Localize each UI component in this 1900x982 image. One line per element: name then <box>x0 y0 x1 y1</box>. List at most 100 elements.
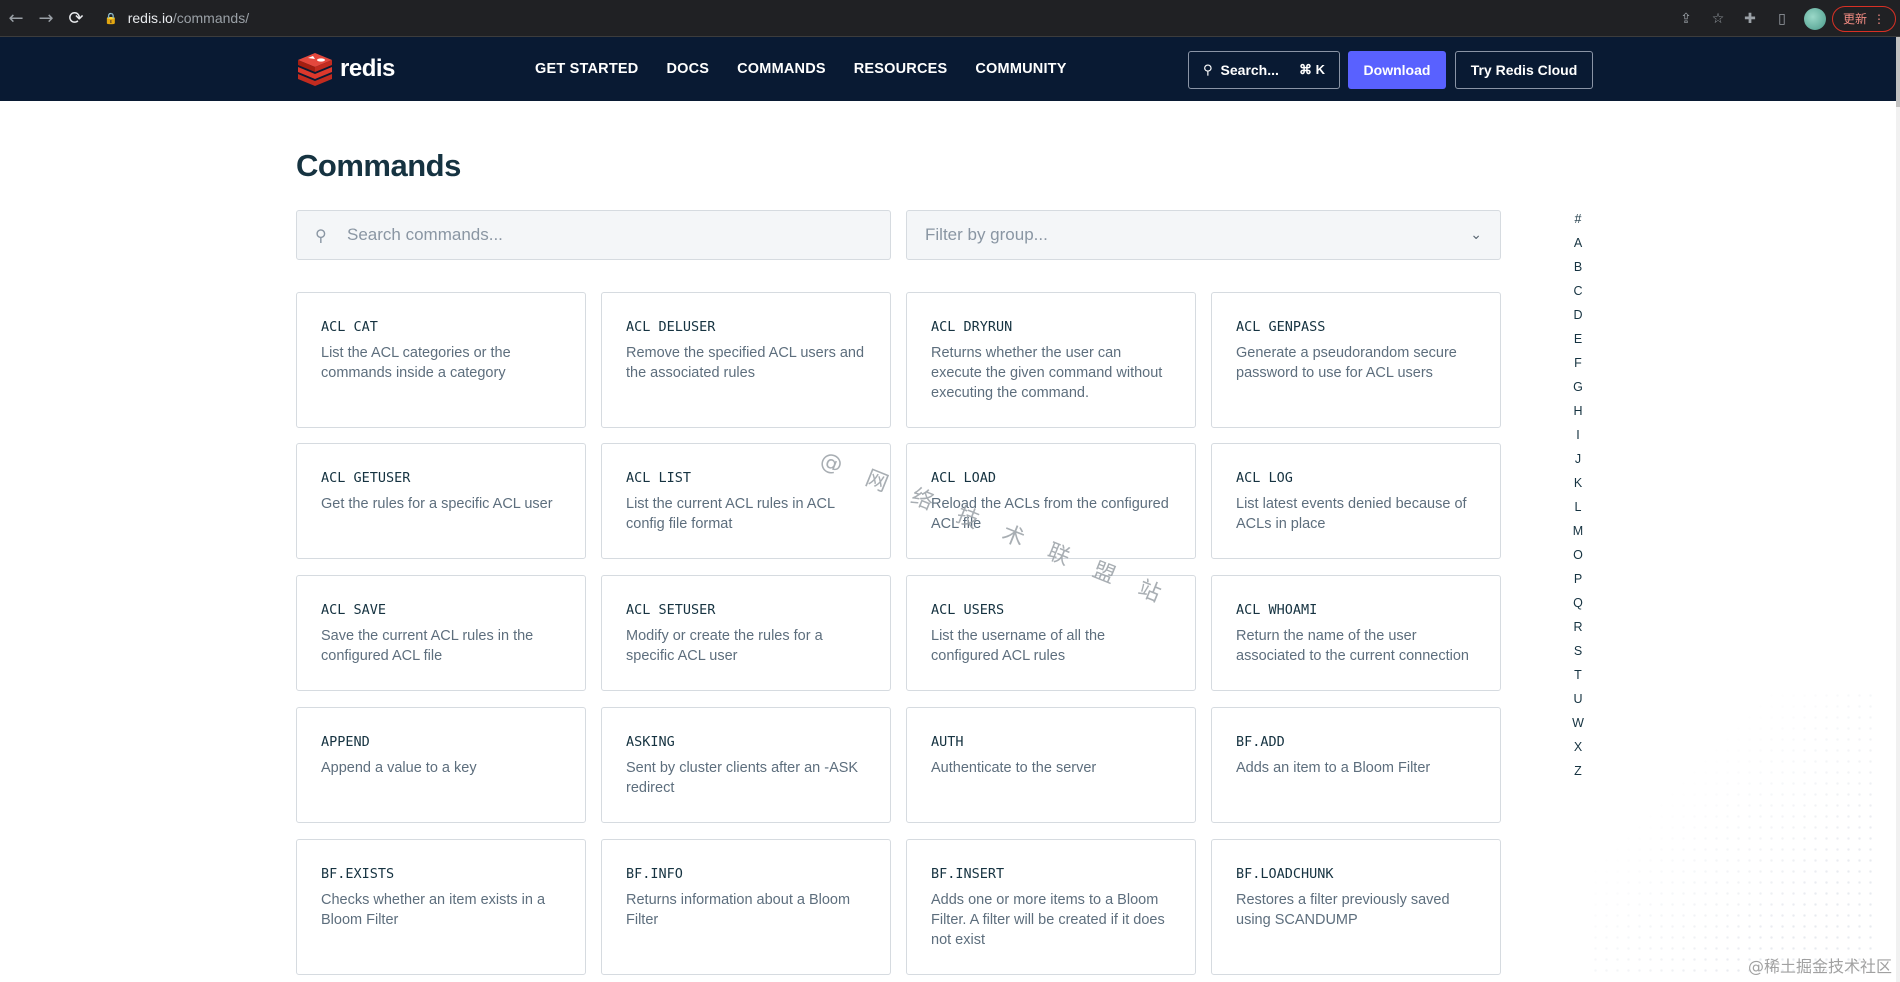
alpha-link[interactable]: B <box>1570 258 1586 282</box>
alpha-link[interactable]: E <box>1570 330 1586 354</box>
command-card[interactable]: ACL SAVE Save the current ACL rules in t… <box>296 575 586 691</box>
command-description: Modify or create the rules for a specifi… <box>626 628 823 664</box>
search-icon: ⚲ <box>1203 62 1213 78</box>
alpha-link[interactable]: W <box>1570 714 1586 738</box>
alpha-link[interactable]: H <box>1570 402 1586 426</box>
command-name: ACL LOAD <box>931 470 997 486</box>
alpha-link[interactable]: F <box>1570 354 1586 378</box>
extensions-icon[interactable]: ✚ <box>1734 11 1766 27</box>
nav-commands[interactable]: COMMANDS <box>737 61 826 77</box>
command-card[interactable]: ACL DELUSER Remove the specified ACL use… <box>601 292 891 428</box>
kebab-menu-icon: ⋮ <box>1873 11 1885 26</box>
alpha-link[interactable]: A <box>1570 234 1586 258</box>
corner-watermark: @稀土掘金技术社区 <box>1747 957 1892 976</box>
nav-get-started[interactable]: GET STARTED <box>535 61 638 77</box>
star-icon[interactable]: ☆ <box>1702 11 1734 27</box>
redis-logo[interactable]: redis <box>296 52 395 86</box>
command-card[interactable]: ACL LOG List latest events denied becaus… <box>1211 443 1501 559</box>
alpha-link[interactable]: D <box>1570 306 1586 330</box>
command-description: Authenticate to the server <box>931 760 1097 776</box>
nav-docs[interactable]: DOCS <box>666 61 709 77</box>
command-description: Restores a filter previously saved using… <box>1236 892 1450 928</box>
back-icon[interactable]: ← <box>2 4 30 32</box>
alpha-link[interactable]: S <box>1570 642 1586 666</box>
command-name: ACL DELUSER <box>626 319 716 335</box>
command-card[interactable]: BF.INFO Returns information about a Bloo… <box>601 839 891 975</box>
group-filter-select[interactable]: Filter by group... ⌄ <box>906 210 1501 260</box>
share-icon[interactable]: ⇪ <box>1670 11 1702 27</box>
forward-icon[interactable]: → <box>32 4 60 32</box>
site-header: redis GET STARTED DOCS COMMANDS RESOURCE… <box>0 37 1896 101</box>
command-card[interactable]: ACL CAT List the ACL categories or the c… <box>296 292 586 428</box>
nav-community[interactable]: COMMUNITY <box>975 61 1066 77</box>
command-name: ASKING <box>626 734 675 750</box>
command-name: BF.LOADCHUNK <box>1236 866 1334 882</box>
alpha-link[interactable]: O <box>1570 546 1586 570</box>
alpha-link[interactable]: C <box>1570 282 1586 306</box>
command-card[interactable]: APPEND Append a value to a key <box>296 707 586 823</box>
command-description: Generate a pseudorandom secure password … <box>1236 345 1457 381</box>
alpha-link[interactable]: T <box>1570 666 1586 690</box>
command-name: BF.INSERT <box>931 866 1005 882</box>
alpha-link[interactable]: M <box>1570 522 1586 546</box>
try-redis-cloud-button[interactable]: Try Redis Cloud <box>1455 51 1593 89</box>
profile-avatar[interactable] <box>1803 7 1826 30</box>
command-card[interactable]: BF.LOADCHUNK Restores a filter previousl… <box>1211 839 1501 975</box>
command-description: Sent by cluster clients after an -ASK re… <box>626 760 859 796</box>
alpha-link[interactable]: Z <box>1570 762 1586 786</box>
command-card[interactable]: ACL SETUSER Modify or create the rules f… <box>601 575 891 691</box>
command-card[interactable]: ACL DRYRUN Returns whether the user can … <box>906 292 1196 428</box>
alpha-link[interactable]: Q <box>1570 594 1586 618</box>
dot-pattern-decoration <box>1590 690 1880 980</box>
command-name: ACL CAT <box>321 319 378 335</box>
alpha-link[interactable]: K <box>1570 474 1586 498</box>
command-description: Append a value to a key <box>321 760 477 776</box>
command-card[interactable]: ACL GETUSER Get the rules for a specific… <box>296 443 586 559</box>
url-host: redis.io <box>127 10 173 26</box>
scrollbar-thumb[interactable] <box>1896 37 1900 107</box>
command-description: Adds one or more items to a Bloom Filter… <box>931 892 1165 948</box>
command-description: Save the current ACL rules in the config… <box>321 628 534 664</box>
alpha-link[interactable]: X <box>1570 738 1586 762</box>
site-search-label: Search... <box>1220 62 1279 78</box>
command-name: ACL SETUSER <box>626 602 716 618</box>
page-scrollbar[interactable] <box>1896 37 1900 982</box>
command-description: List the current ACL rules in ACL config… <box>626 496 835 532</box>
site-search-button[interactable]: ⚲ Search... ⌘ K <box>1188 51 1340 89</box>
command-name: BF.ADD <box>1236 734 1285 750</box>
command-name: ACL SAVE <box>321 602 387 618</box>
update-button[interactable]: 更新 ⋮ <box>1831 5 1896 32</box>
command-search-input[interactable] <box>347 225 867 245</box>
command-description: List the username of all the configured … <box>931 628 1106 664</box>
download-button[interactable]: Download <box>1348 51 1446 89</box>
search-icon: ⚲ <box>315 225 327 245</box>
address-bar[interactable]: 🔒 redis.io/commands/ <box>104 10 249 26</box>
command-card[interactable]: BF.INSERT Adds one or more items to a Bl… <box>906 839 1196 975</box>
alpha-link[interactable]: L <box>1570 498 1586 522</box>
chevron-down-icon: ⌄ <box>1470 227 1482 243</box>
alpha-link[interactable]: J <box>1570 450 1586 474</box>
command-description: Adds an item to a Bloom Filter <box>1236 760 1431 776</box>
command-description: Return the name of the user associated t… <box>1236 628 1469 664</box>
logo-text: redis <box>340 55 395 82</box>
command-card[interactable]: ACL GENPASS Generate a pseudorandom secu… <box>1211 292 1501 428</box>
command-search-field[interactable]: ⚲ <box>296 210 891 260</box>
command-card[interactable]: BF.ADD Adds an item to a Bloom Filter <box>1211 707 1501 823</box>
browser-actions: ⇪ ☆ ✚ ▯ 更新 ⋮ <box>1670 0 1900 37</box>
alpha-link[interactable]: # <box>1570 210 1586 234</box>
side-panel-icon[interactable]: ▯ <box>1766 11 1798 27</box>
command-name: BF.EXISTS <box>321 866 395 882</box>
command-card[interactable]: ACL WHOAMI Return the name of the user a… <box>1211 575 1501 691</box>
browser-toolbar: ← → ⟳ 🔒 redis.io/commands/ ⇪ ☆ ✚ ▯ 更新 ⋮ <box>0 0 1900 37</box>
alpha-link[interactable]: I <box>1570 426 1586 450</box>
alpha-link[interactable]: U <box>1570 690 1586 714</box>
reload-icon[interactable]: ⟳ <box>62 4 90 32</box>
main-nav: GET STARTED DOCS COMMANDS RESOURCES COMM… <box>535 37 1067 101</box>
command-card[interactable]: ASKING Sent by cluster clients after an … <box>601 707 891 823</box>
alpha-link[interactable]: P <box>1570 570 1586 594</box>
alpha-link[interactable]: R <box>1570 618 1586 642</box>
command-card[interactable]: AUTH Authenticate to the server <box>906 707 1196 823</box>
alpha-link[interactable]: G <box>1570 378 1586 402</box>
command-card[interactable]: BF.EXISTS Checks whether an item exists … <box>296 839 586 975</box>
nav-resources[interactable]: RESOURCES <box>854 61 948 77</box>
